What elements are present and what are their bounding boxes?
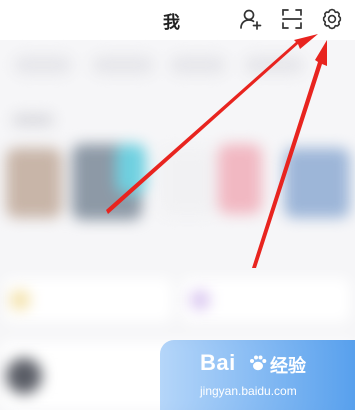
blurred-tab: [92, 56, 154, 74]
blurred-avatar: [6, 358, 42, 394]
baidu-watermark: Bai 经验 jingyan.baidu.com: [160, 340, 355, 410]
watermark-suffix: 经验: [270, 356, 306, 377]
settings-icon[interactable]: [319, 6, 345, 32]
blurred-tab: [14, 56, 72, 74]
watermark-url: jingyan.baidu.com: [200, 384, 297, 398]
blurred-card: [160, 148, 216, 216]
blurred-dot: [190, 290, 210, 310]
blurred-tab: [170, 56, 226, 74]
page-title: 我: [163, 13, 180, 33]
scan-icon[interactable]: [279, 6, 305, 32]
blurred-card: [218, 144, 262, 214]
blurred-section-label: [12, 114, 54, 126]
blurred-card: [6, 148, 62, 218]
blurred-card: [284, 148, 350, 218]
add-friend-icon[interactable]: [238, 6, 264, 32]
blurred-tab: [244, 56, 304, 74]
blurred-dot: [10, 290, 30, 310]
watermark-brand: Bai: [200, 350, 236, 375]
paw-icon: [248, 353, 268, 373]
top-bar: 我: [0, 0, 355, 40]
blurred-card: [116, 144, 146, 194]
